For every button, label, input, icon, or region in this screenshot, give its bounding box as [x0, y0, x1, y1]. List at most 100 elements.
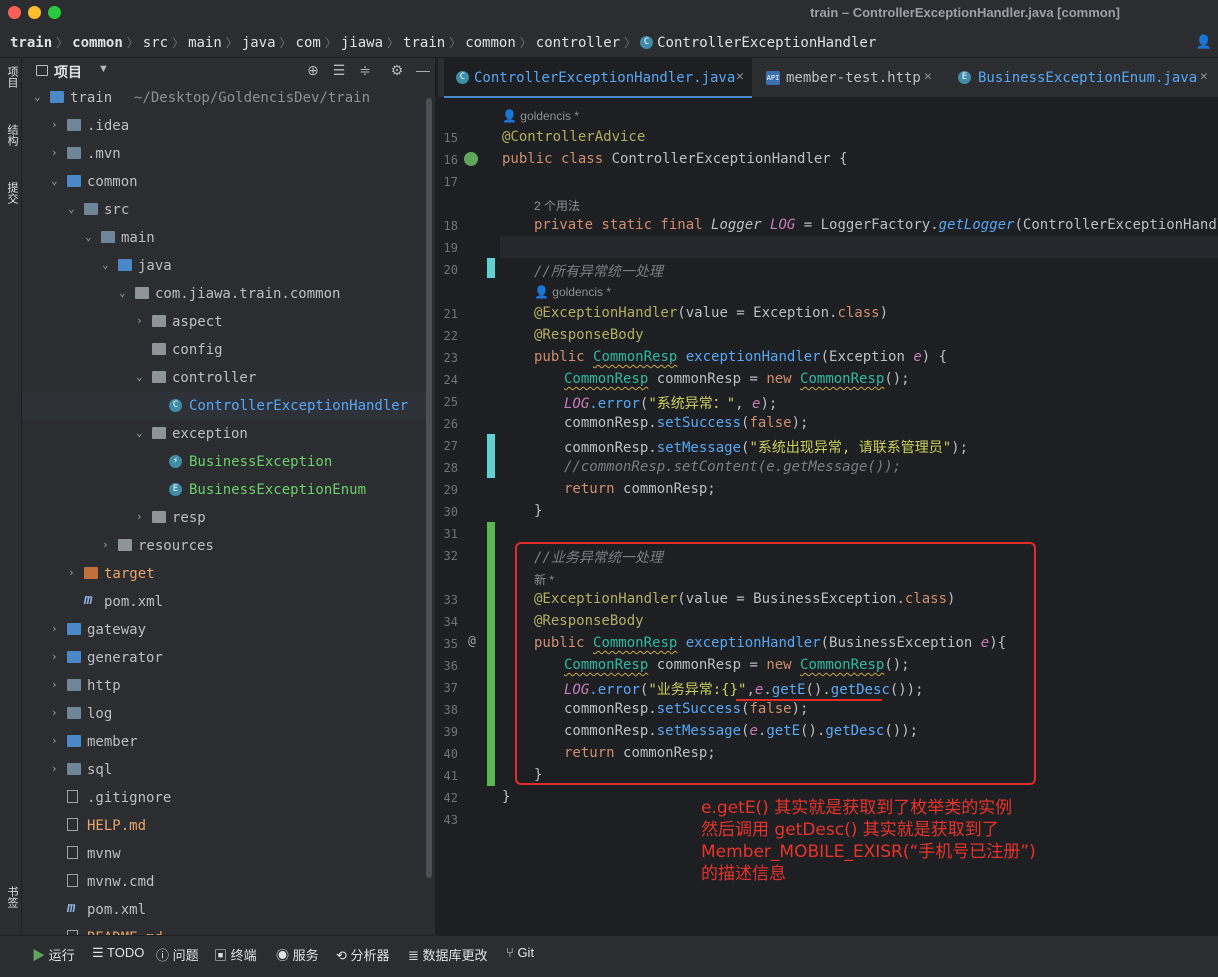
- breadcrumb-item[interactable]: main: [188, 35, 222, 51]
- breadcrumb-item[interactable]: jiawa: [341, 35, 383, 51]
- collapse-all-icon[interactable]: ≑: [356, 61, 374, 79]
- maximize-window-button[interactable]: [48, 6, 61, 19]
- chevron-right-icon[interactable]: ›: [51, 118, 63, 131]
- chevron-right-icon[interactable]: ›: [51, 678, 63, 691]
- tree-item[interactable]: › .idea: [22, 112, 428, 140]
- tree-item[interactable]: › http: [22, 672, 428, 700]
- services-tool-button[interactable]: ◉ 服务: [276, 945, 319, 964]
- chevron-right-icon[interactable]: ›: [136, 510, 148, 523]
- line-number[interactable]: 22: [438, 329, 458, 343]
- chevron-right-icon[interactable]: ›: [68, 566, 80, 579]
- line-number[interactable]: 21: [438, 307, 458, 321]
- bookmarks-tool-button[interactable]: 书签: [2, 886, 20, 908]
- tree-item[interactable]: C ControllerExceptionHandler: [22, 392, 428, 420]
- breadcrumb-item[interactable]: ControllerExceptionHandler: [657, 35, 876, 51]
- tree-item[interactable]: › .mvn: [22, 140, 428, 168]
- chevron-right-icon[interactable]: ›: [51, 146, 63, 159]
- chevron-right-icon[interactable]: ›: [51, 734, 63, 747]
- line-number[interactable]: 29: [438, 483, 458, 497]
- expand-all-icon[interactable]: ☰: [330, 61, 348, 79]
- user-icon[interactable]: 👤: [1196, 34, 1212, 50]
- tree-item[interactable]: ⌄ main: [22, 224, 428, 252]
- tree-item[interactable]: m pom.xml: [22, 588, 428, 616]
- terminal-tool-button[interactable]: ▣ 终端: [214, 945, 257, 964]
- structure-tool-button[interactable]: 结构: [2, 124, 20, 146]
- problems-tool-button[interactable]: ⓘ 问题: [156, 945, 199, 964]
- tree-item[interactable]: mvnw: [22, 840, 428, 868]
- line-number[interactable]: 23: [438, 351, 458, 365]
- line-number[interactable]: 27: [438, 439, 458, 453]
- gear-icon[interactable]: ⚙: [388, 61, 406, 79]
- tree-item[interactable]: README.md: [22, 924, 428, 935]
- author-hint[interactable]: 👤 goldencis *: [502, 109, 579, 123]
- hide-icon[interactable]: —: [414, 61, 432, 79]
- tree-item[interactable]: m pom.xml: [22, 896, 428, 924]
- close-icon[interactable]: ✕: [924, 69, 932, 84]
- line-number[interactable]: 38: [438, 703, 458, 717]
- tree-item[interactable]: HELP.md: [22, 812, 428, 840]
- tree-item[interactable]: ⌄ src: [22, 196, 428, 224]
- close-icon[interactable]: ✕: [736, 69, 744, 84]
- tree-item[interactable]: › sql: [22, 756, 428, 784]
- line-number[interactable]: 41: [438, 769, 458, 783]
- chevron-down-icon[interactable]: ⌄: [102, 258, 114, 271]
- tree-item[interactable]: ⚡ BusinessException: [22, 448, 428, 476]
- line-number[interactable]: 19: [438, 241, 458, 255]
- tree-item[interactable]: ⌄ controller: [22, 364, 428, 392]
- line-number[interactable]: 40: [438, 747, 458, 761]
- tree-item[interactable]: › log: [22, 700, 428, 728]
- line-number[interactable]: 42: [438, 791, 458, 805]
- chevron-down-icon[interactable]: ⌄: [136, 370, 148, 383]
- line-number[interactable]: 33: [438, 593, 458, 607]
- breadcrumb-item[interactable]: com: [296, 35, 321, 51]
- tree-item[interactable]: ⌄ train ~/Desktop/GoldencisDev/train: [22, 84, 428, 112]
- chevron-right-icon[interactable]: ›: [51, 762, 63, 775]
- tree-item[interactable]: › generator: [22, 644, 428, 672]
- minimize-window-button[interactable]: [28, 6, 41, 19]
- chevron-down-icon[interactable]: ⌄: [136, 426, 148, 439]
- tree-item[interactable]: config: [22, 336, 428, 364]
- usages-hint[interactable]: 2 个用法: [534, 197, 580, 214]
- chevron-right-icon[interactable]: ›: [51, 650, 63, 663]
- tree-item[interactable]: ⌄ java: [22, 252, 428, 280]
- line-number[interactable]: 32: [438, 549, 458, 563]
- tree-item[interactable]: ⌄ exception: [22, 420, 428, 448]
- tab-business-exception-enum[interactable]: E BusinessExceptionEnum.java ✕: [946, 58, 1218, 98]
- tree-item[interactable]: .gitignore: [22, 784, 428, 812]
- breadcrumb-item[interactable]: train: [10, 35, 52, 51]
- line-number[interactable]: 30: [438, 505, 458, 519]
- tree-item[interactable]: › resp: [22, 504, 428, 532]
- breadcrumb-item[interactable]: common: [72, 35, 123, 51]
- close-window-button[interactable]: [8, 6, 21, 19]
- tree-item[interactable]: ⌄ common: [22, 168, 428, 196]
- run-tool-button[interactable]: ▶ 运行: [32, 945, 75, 964]
- breadcrumb-item[interactable]: common: [465, 35, 516, 51]
- profiler-tool-button[interactable]: ⟲ 分析器: [336, 945, 390, 964]
- tree-item[interactable]: › gateway: [22, 616, 428, 644]
- tree-item[interactable]: › member: [22, 728, 428, 756]
- breadcrumb-item[interactable]: controller: [536, 35, 620, 51]
- author-hint[interactable]: 👤 goldencis *: [534, 285, 611, 299]
- line-number[interactable]: 35: [438, 637, 458, 651]
- line-number[interactable]: 16: [438, 153, 458, 167]
- line-number[interactable]: 37: [438, 681, 458, 695]
- project-tool-button[interactable]: 项目: [2, 66, 20, 88]
- commit-tool-button[interactable]: 提交: [2, 182, 20, 204]
- locate-icon[interactable]: ⊕: [304, 61, 322, 79]
- project-scrollbar[interactable]: [426, 98, 432, 878]
- line-number[interactable]: 28: [438, 461, 458, 475]
- line-number[interactable]: 25: [438, 395, 458, 409]
- tree-item[interactable]: › target: [22, 560, 428, 588]
- line-number[interactable]: 43: [438, 813, 458, 827]
- line-number[interactable]: 34: [438, 615, 458, 629]
- chevron-down-icon[interactable]: ▼: [98, 63, 109, 75]
- tree-item[interactable]: E BusinessExceptionEnum: [22, 476, 428, 504]
- chevron-down-icon[interactable]: ⌄: [34, 90, 46, 103]
- line-number[interactable]: 20: [438, 263, 458, 277]
- line-number[interactable]: 26: [438, 417, 458, 431]
- breadcrumb-item[interactable]: train: [403, 35, 445, 51]
- tree-item[interactable]: mvnw.cmd: [22, 868, 428, 896]
- chevron-right-icon[interactable]: ›: [136, 314, 148, 327]
- chevron-down-icon[interactable]: ⌄: [51, 174, 63, 187]
- chevron-right-icon[interactable]: ›: [51, 706, 63, 719]
